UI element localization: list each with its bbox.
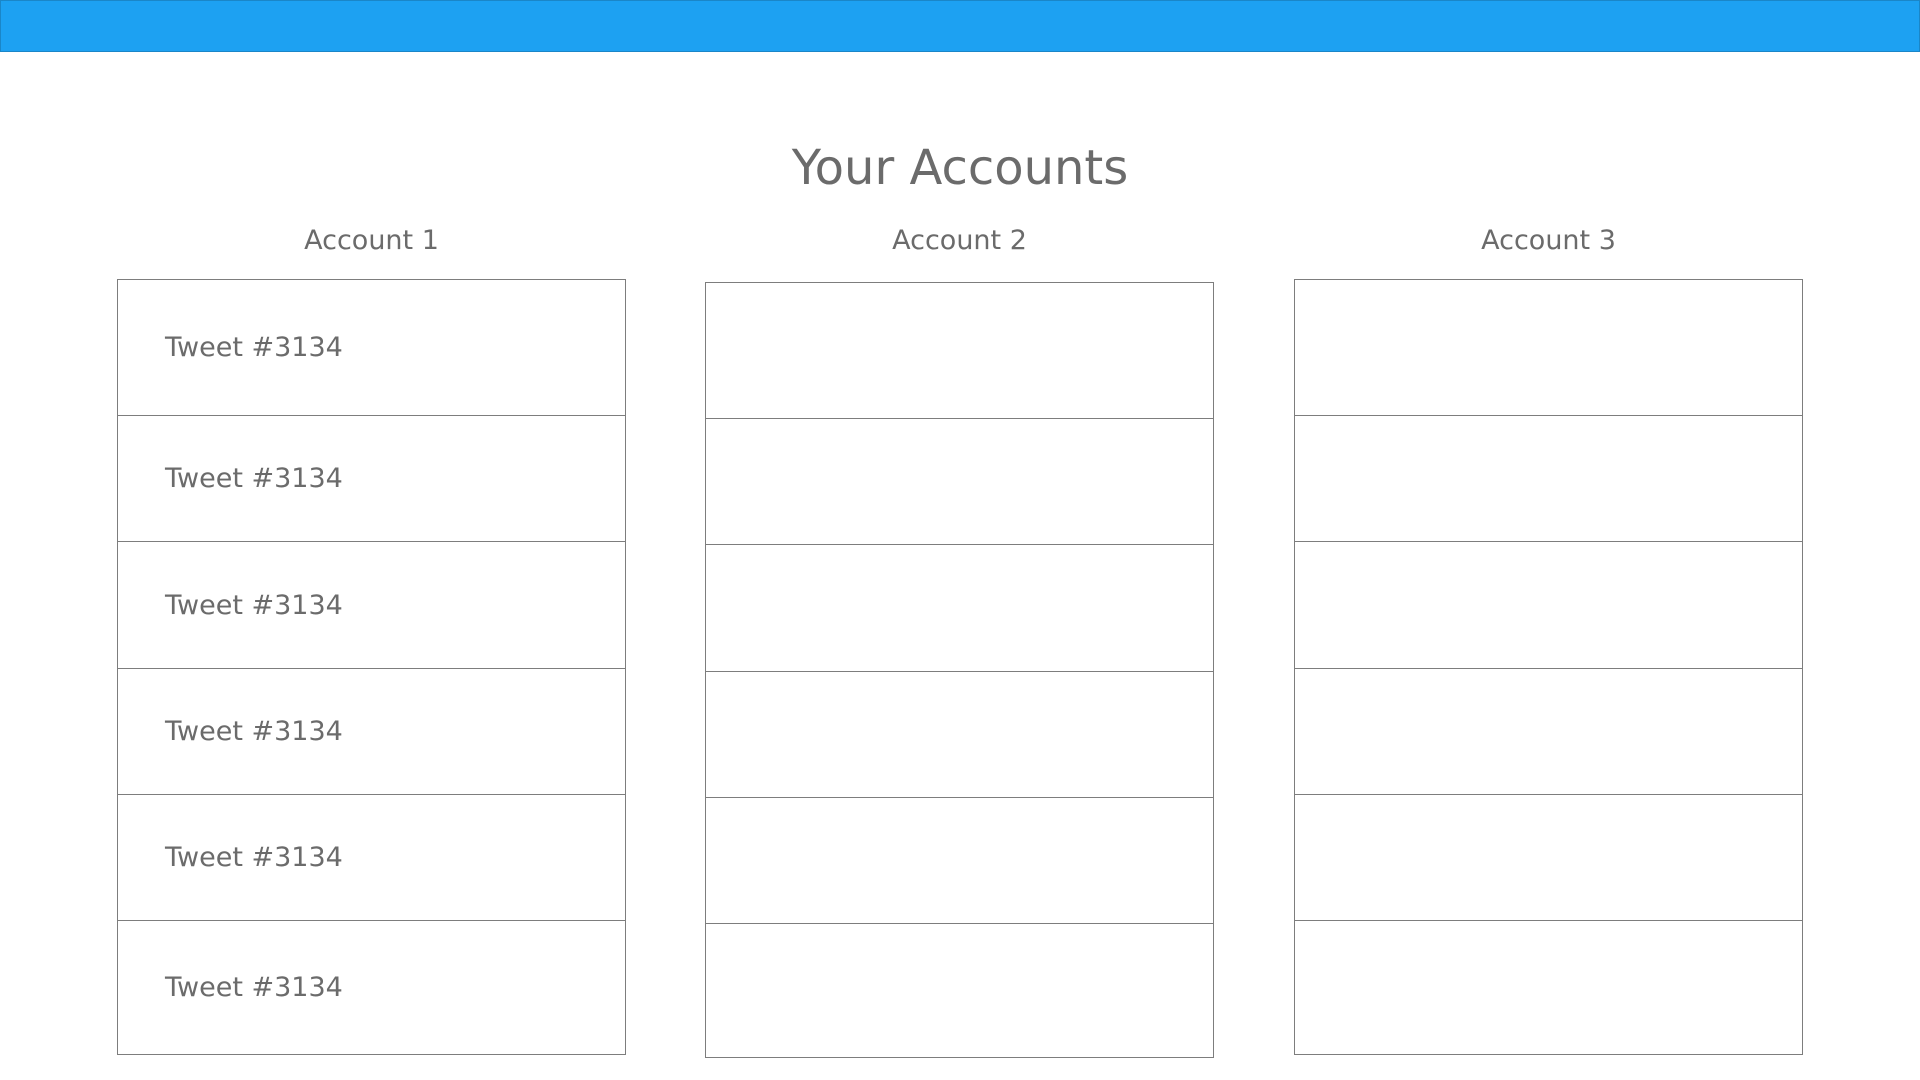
tweet-item[interactable] xyxy=(706,544,1213,671)
account-header-3: Account 3 xyxy=(1481,225,1616,256)
tweet-item[interactable] xyxy=(1295,280,1802,415)
tweet-item[interactable] xyxy=(1295,794,1802,920)
tweet-item[interactable]: Tweet #3134 xyxy=(118,920,625,1054)
tweet-item[interactable]: Tweet #3134 xyxy=(118,794,625,920)
tweet-list-account-3 xyxy=(1294,279,1803,1055)
tweet-item[interactable] xyxy=(1295,415,1802,541)
tweet-item[interactable]: Tweet #3134 xyxy=(118,280,625,415)
tweet-item[interactable]: Tweet #3134 xyxy=(118,415,625,541)
tweet-list-account-2 xyxy=(705,282,1214,1058)
top-bar xyxy=(0,0,1920,52)
tweet-item[interactable]: Tweet #3134 xyxy=(118,668,625,794)
tweet-item[interactable] xyxy=(1295,541,1802,668)
tweet-item[interactable] xyxy=(706,923,1213,1057)
account-column-3: Account 3 xyxy=(1294,223,1803,1055)
tweet-item[interactable] xyxy=(706,797,1213,923)
tweet-item[interactable] xyxy=(1295,668,1802,794)
tweet-item[interactable] xyxy=(706,671,1213,797)
account-header-1: Account 1 xyxy=(304,225,439,256)
tweet-item[interactable] xyxy=(706,418,1213,544)
tweet-list-account-1: Tweet #3134 Tweet #3134 Tweet #3134 Twee… xyxy=(117,279,626,1055)
account-column-2: Account 2 xyxy=(705,223,1214,1058)
tweet-item[interactable] xyxy=(1295,920,1802,1054)
tweet-item[interactable] xyxy=(706,283,1213,418)
tweet-item[interactable]: Tweet #3134 xyxy=(118,541,625,668)
account-column-1: Account 1 Tweet #3134 Tweet #3134 Tweet … xyxy=(117,223,626,1055)
page-title: Your Accounts xyxy=(791,140,1129,196)
account-header-2: Account 2 xyxy=(892,225,1027,256)
